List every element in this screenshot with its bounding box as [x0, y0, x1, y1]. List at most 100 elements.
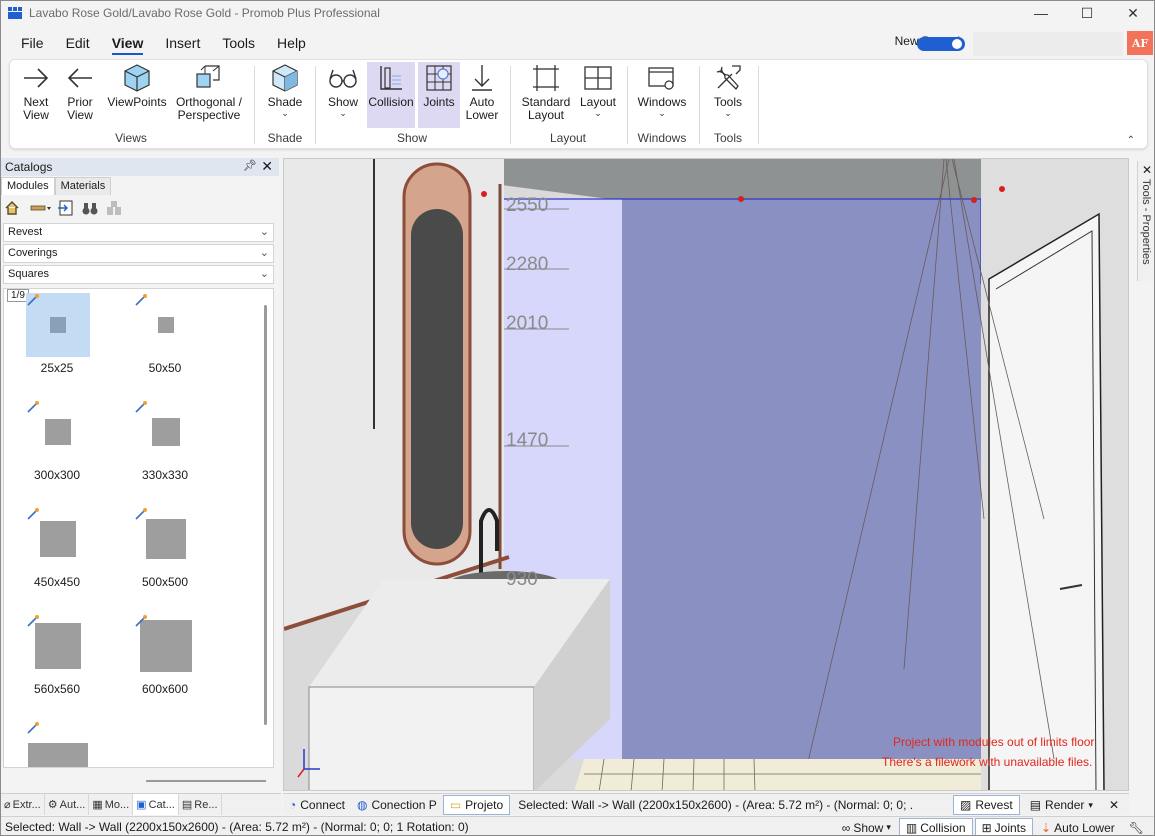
layout-button[interactable]: Layout ⌄	[577, 62, 619, 130]
status-tools-icon[interactable]: 🔧︎	[1123, 818, 1150, 835]
status-joints-button[interactable]: ⊞ Joints	[974, 818, 1033, 835]
tools-properties-tab[interactable]: ✕ Tools - Properties	[1137, 161, 1154, 281]
dimension-label: 2010	[506, 313, 548, 334]
collision-button[interactable]: Collision	[367, 62, 415, 128]
status-collision-button[interactable]: ▥ Collision	[898, 818, 973, 835]
tab-aut[interactable]: ⚙ Aut...	[45, 794, 90, 815]
dimension-label: 930	[506, 569, 538, 590]
next-view-button[interactable]: Next View	[16, 62, 56, 130]
catalog-item[interactable]: 25x25	[4, 291, 110, 391]
catalog-dropdown-coverings[interactable]: Coverings ⌄	[3, 244, 274, 263]
connect-button[interactable]: ◔ Connect	[283, 795, 351, 815]
group-label-views: Views	[115, 131, 147, 145]
menu-edit[interactable]: Edit	[56, 29, 100, 57]
dimension-label: 2550	[506, 195, 548, 216]
close-panel-icon[interactable]: ✕	[261, 158, 273, 175]
ribbon-separator	[699, 66, 700, 144]
tab-re[interactable]: ▤ Re...	[179, 794, 222, 815]
ribbon-separator	[627, 66, 628, 144]
left-panel-tabs: ⌀ Extr... ⚙ Aut... ▦ Mo... ▣ Cat... ▤ Re...	[1, 793, 281, 815]
new-promob-toggle[interactable]	[917, 37, 965, 51]
show-button[interactable]: Show ⌄	[322, 62, 364, 130]
catalog-dropdown-squares[interactable]: Squares ⌄	[3, 265, 274, 284]
pin-icon[interactable]: 📌︎	[243, 159, 257, 172]
standard-layout-button[interactable]: Standard Layout	[517, 62, 575, 130]
close-button[interactable]: ✕	[1110, 1, 1154, 25]
glasses-icon: ∞	[841, 820, 851, 835]
menu-tools[interactable]: Tools	[212, 29, 265, 57]
menu-view[interactable]: View	[102, 29, 154, 57]
catalog-item[interactable]: 560x560	[4, 612, 110, 712]
bathroom-scene: 2550 2280 2010 1470 930	[284, 159, 1128, 790]
3d-viewport[interactable]: 2550 2280 2010 1470 930 Project with mod…	[283, 158, 1129, 791]
prior-view-button[interactable]: Prior View	[60, 62, 100, 130]
tab-extr[interactable]: ⌀ Extr...	[1, 794, 45, 815]
catalog-dropdown-revest[interactable]: Revest ⌄	[3, 223, 274, 242]
perspective-cubes-icon	[196, 65, 220, 88]
chevron-down-icon: ⌄	[724, 108, 732, 118]
group-label-windows: Windows	[637, 131, 687, 145]
home-up-icon[interactable]	[3, 199, 21, 217]
catalog-item[interactable]: 300x300	[4, 398, 110, 498]
promob-window: Lavabo Rose Gold/Lavabo Rose Gold - Prom…	[0, 0, 1155, 836]
binoculars-icon[interactable]	[81, 199, 99, 217]
chevron-down-icon: ⌄	[658, 108, 666, 118]
revest-button[interactable]: ▨ Revest	[953, 795, 1020, 815]
catalog-items-grid: 1/9 25x25 50x50 300x300 330x330 450x450 …	[3, 288, 274, 768]
status-auto-lower-button[interactable]: ⇣ Auto Lower	[1035, 818, 1121, 835]
auto-lower-button[interactable]: Auto Lower	[462, 62, 502, 130]
catalog-item[interactable]	[4, 719, 110, 767]
collapse-ribbon-icon[interactable]: ⌃	[1127, 135, 1135, 146]
close-side-icon[interactable]: ✕	[1142, 163, 1152, 177]
menu-help[interactable]: Help	[267, 29, 316, 57]
conection-p-button[interactable]: ◍ Conection P	[351, 795, 443, 815]
status-text: Selected: Wall -> Wall (2200x150x2600) -…	[5, 820, 469, 834]
shade-button[interactable]: Shade ⌄	[262, 62, 308, 130]
magic-wand-icon	[27, 508, 39, 520]
avatar[interactable]: AF	[1127, 31, 1153, 55]
catalogs-header: Catalogs 📌︎ ✕	[1, 158, 279, 176]
status-buttons: ∞ Show ▾ ▥ Collision ⊞ Joints ⇣ Auto Lower 🔧︎	[836, 817, 1150, 835]
tools-button[interactable]: Tools ⌄	[706, 62, 750, 130]
tab-materials[interactable]: Materials	[54, 177, 112, 195]
chevron-down-icon: ⌄	[339, 108, 347, 118]
orthogonal-perspective-button[interactable]: Orthogonal / Perspective	[172, 62, 246, 130]
ruler-dropdown-icon[interactable]	[27, 199, 51, 217]
catalog-item[interactable]: 450x450	[4, 505, 110, 605]
catalog-item[interactable]: 330x330	[112, 398, 218, 498]
tile-thumbnail	[28, 743, 88, 767]
cube-icon	[124, 64, 150, 92]
viewport-toolbar-right: ▨ Revest ▤ Render ▾ ✕	[953, 794, 1125, 816]
catalog-scrollbar[interactable]	[264, 305, 267, 725]
viewpoints-button[interactable]: ViewPoints	[106, 62, 168, 130]
menu-file[interactable]: File	[11, 29, 54, 57]
windows-button[interactable]: Windows ⌄	[634, 62, 690, 130]
viewport-selection-text: Selected: Wall -> Wall (2200x150x2600) -…	[518, 797, 914, 812]
rss-icon: ◔	[289, 797, 297, 812]
render-icon: ▤	[1029, 798, 1042, 812]
menu-insert[interactable]: Insert	[155, 29, 210, 57]
catalog-horizontal-scrollbar[interactable]	[146, 780, 266, 782]
window-title: Lavabo Rose Gold/Lavabo Rose Gold - Prom…	[29, 6, 380, 20]
maximize-button[interactable]: ☐	[1064, 1, 1110, 25]
catalog-item[interactable]: 500x500	[112, 505, 218, 605]
render-button[interactable]: ▤ Render ▾	[1024, 795, 1099, 815]
grid-icon: ▦	[92, 799, 103, 811]
catalog-item[interactable]: 600x600	[112, 612, 218, 712]
insert-icon[interactable]	[57, 199, 75, 217]
joints-button[interactable]: Joints	[418, 62, 460, 128]
minimize-button[interactable]: —	[1018, 1, 1064, 25]
catalog-item[interactable]: 50x50	[112, 291, 218, 391]
tab-mo[interactable]: ▦ Mo...	[89, 794, 134, 815]
projeto-button[interactable]: ▭ Projeto	[442, 794, 511, 815]
side-tab-label: Tools - Properties	[1140, 179, 1152, 265]
title-bar: Lavabo Rose Gold/Lavabo Rose Gold - Prom…	[1, 1, 1154, 25]
tab-cat[interactable]: ▣ Cat...	[133, 794, 179, 815]
ribbon-separator	[510, 66, 511, 144]
window-controls: — ☐ ✕	[1018, 1, 1154, 25]
status-show-button[interactable]: ∞ Show ▾	[836, 818, 897, 835]
account-box[interactable]	[973, 32, 1123, 56]
close-toolbar-icon[interactable]: ✕	[1103, 795, 1125, 815]
window-gear-icon	[648, 67, 674, 90]
tab-modules[interactable]: Modules	[1, 177, 55, 195]
